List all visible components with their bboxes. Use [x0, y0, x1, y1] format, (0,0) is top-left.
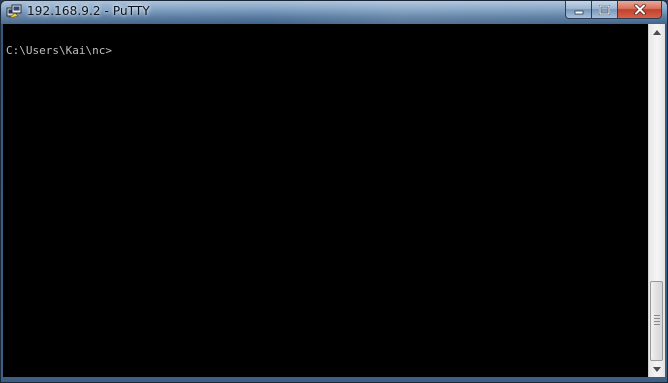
scroll-down-icon: [653, 366, 661, 372]
title-bar[interactable]: 192.168.9.2 - PuTTY: [1, 1, 667, 24]
terminal-area[interactable]: C:\Users\Kai\nc>: [3, 24, 648, 377]
maximize-button[interactable]: [591, 1, 617, 19]
thumb-grip-line: [654, 321, 660, 322]
thumb-grip-line: [654, 324, 660, 325]
scrollbar-thumb[interactable]: [650, 281, 663, 361]
close-button[interactable]: [617, 1, 662, 19]
thumb-grip-line: [654, 318, 660, 319]
minimize-button[interactable]: [565, 1, 591, 19]
window-controls: [565, 1, 662, 19]
scroll-up-icon: [653, 29, 661, 35]
minimize-icon: [574, 10, 583, 14]
maximize-icon: [599, 4, 610, 15]
thumb-grip-line: [654, 315, 660, 316]
close-icon: [633, 4, 646, 15]
putty-icon[interactable]: [6, 4, 22, 20]
scroll-up-button[interactable]: [649, 24, 665, 40]
putty-window: 192.168.9.2 - PuTTY C:\Users\Kai\nc>: [0, 0, 668, 383]
vertical-scrollbar[interactable]: [648, 24, 665, 377]
window-title: 192.168.9.2 - PuTTY: [27, 4, 150, 18]
scroll-down-button[interactable]: [649, 361, 665, 377]
terminal-prompt: C:\Users\Kai\nc>: [6, 44, 112, 57]
